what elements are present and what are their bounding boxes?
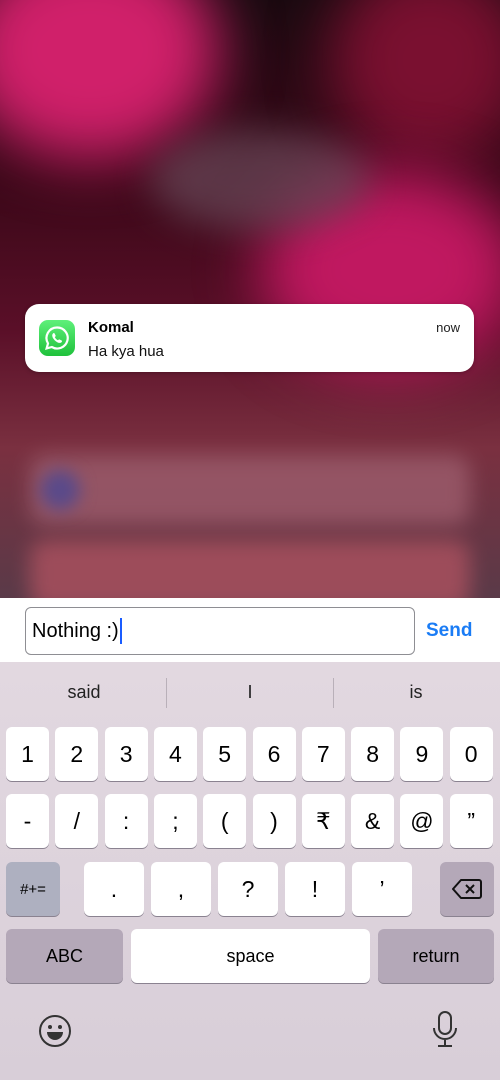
- blurred-lockscreen-background: [0, 0, 500, 598]
- return-key[interactable]: return: [378, 929, 494, 983]
- microphone-icon[interactable]: [430, 1010, 460, 1055]
- suggestion-i[interactable]: I: [247, 682, 252, 703]
- space-key[interactable]: space: [131, 929, 370, 983]
- suggestion-is[interactable]: is: [410, 682, 423, 703]
- send-button[interactable]: Send: [426, 620, 472, 642]
- symbol-key[interactable]: @: [400, 794, 444, 848]
- key-10[interactable]: 0: [449, 727, 493, 781]
- key-6[interactable]: 6: [252, 727, 296, 781]
- emoji-icon[interactable]: [38, 1014, 72, 1053]
- whatsapp-icon: [39, 320, 75, 356]
- reply-input[interactable]: Nothing :): [25, 607, 415, 655]
- symbol-key[interactable]: (: [203, 794, 247, 848]
- more-symbols-key[interactable]: #+=: [6, 862, 60, 916]
- key-1[interactable]: 1: [6, 727, 49, 781]
- divider: [333, 678, 334, 708]
- punctuation-key[interactable]: ?: [218, 862, 278, 916]
- key-7[interactable]: 7: [301, 727, 345, 781]
- symbol-key[interactable]: &: [351, 794, 395, 848]
- notification-time: now: [436, 320, 460, 335]
- key-2[interactable]: 2: [55, 727, 99, 781]
- abc-key[interactable]: ABC: [6, 929, 123, 983]
- symbol-key[interactable]: ₹: [301, 794, 345, 848]
- key-4[interactable]: 4: [153, 727, 197, 781]
- text-caret: [119, 618, 122, 644]
- punctuation-key[interactable]: ,: [151, 862, 211, 916]
- symbol-key[interactable]: /: [55, 794, 99, 848]
- key-5[interactable]: 5: [203, 727, 247, 781]
- symbol-key[interactable]: ;: [153, 794, 197, 848]
- symbol-key[interactable]: ): [252, 794, 296, 848]
- key-8[interactable]: 8: [351, 727, 395, 781]
- backspace-icon: [452, 879, 482, 899]
- predictive-bar: said I is: [0, 662, 500, 722]
- symbol-key[interactable]: :: [104, 794, 148, 848]
- punctuation-key[interactable]: .: [84, 862, 144, 916]
- keyboard: said I is 1 2 3 4 5 6 7 8 9 0- /:;() ₹ & @”.,?!’ #+= …: [0, 662, 500, 1080]
- key-3[interactable]: 3: [104, 727, 148, 781]
- symbol-key[interactable]: -: [6, 794, 49, 848]
- punctuation-key[interactable]: !: [285, 862, 345, 916]
- notification-sender: Komal: [88, 319, 134, 336]
- symbol-key[interactable]: ”: [449, 794, 493, 848]
- quick-reply-bar: Nothing :) Send: [0, 598, 500, 662]
- delete-key[interactable]: [440, 862, 494, 916]
- key-9[interactable]: 9: [400, 727, 444, 781]
- punctuation-key[interactable]: ’: [352, 862, 412, 916]
- notification-message: Ha kya hua: [88, 343, 164, 360]
- whatsapp-notification[interactable]: Komal Ha kya hua now: [25, 304, 474, 372]
- divider: [166, 678, 167, 708]
- reply-input-text: Nothing :): [32, 619, 119, 642]
- suggestion-said[interactable]: said: [67, 682, 100, 703]
